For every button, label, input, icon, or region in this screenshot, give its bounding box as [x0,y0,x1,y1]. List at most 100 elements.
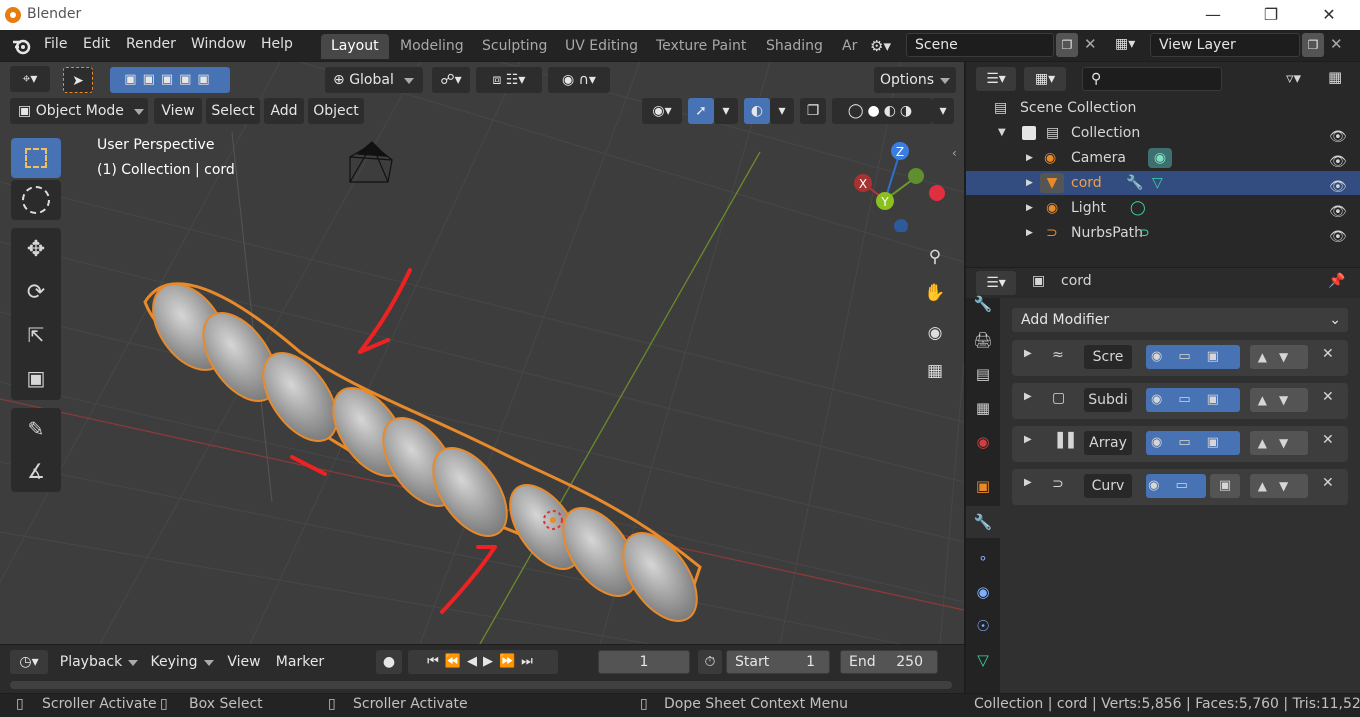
menu-window[interactable]: Window [191,36,246,52]
tab-uv-editing[interactable]: UV Editing [555,34,648,59]
tab-sculpting[interactable]: Sculpting [472,34,557,59]
outliner-row-cord[interactable]: ▶ ▼ cord 🔧 ▽ 👁 [966,171,1360,195]
tab-scene-icon[interactable]: ◉ [966,426,1000,458]
camera-view-icon[interactable]: ◉ [918,316,952,350]
snap-icon[interactable]: ⧈ ☷▾ [476,67,542,93]
tool-cursor-icon[interactable] [11,180,61,220]
modifier-visibility-toggles[interactable]: ◉▭▣ [1146,345,1240,369]
modifier-row-subdivision[interactable]: ▶ ▢ Subdi ◉▭▣ ▲▼ ✕ [1012,383,1348,419]
modifier-name-field[interactable]: Subdi [1084,388,1132,412]
zoom-icon[interactable]: ⚲ [918,240,952,274]
mesh-data-icon[interactable]: ▽ [1152,171,1163,195]
camera-data-icon[interactable]: ◉ [1148,148,1172,168]
new-scene-icon[interactable]: ❐ [1056,33,1078,57]
selection-mode-icons[interactable]: ▣▣▣▣▣ [110,67,230,93]
display-mode-icon[interactable]: ▦▾ [1024,67,1066,91]
pan-hand-icon[interactable]: ✋ [918,276,952,310]
gizmo-toggle-icon[interactable]: ➚ [688,98,714,124]
delete-view-layer-icon[interactable]: ✕ [1330,35,1343,53]
timeline-scrollbar[interactable] [10,681,952,689]
eye-icon[interactable]: 👁 [1329,150,1347,170]
viewport-menu-add[interactable]: Add [264,98,304,124]
playback-controls-icons[interactable]: ⏮⏪◀▶⏩⏭ [408,650,558,674]
proportional-edit-icon[interactable]: ◉ ∩▾ [548,67,610,93]
tab-physics-icon[interactable]: ◉ [966,576,1000,608]
editor-type-icon[interactable]: ⌖▾ [10,66,50,92]
shading-mode-icons[interactable]: ◯●◐◑ [832,98,932,124]
modifier-visibility-toggles[interactable]: ◉▭▣ [1146,431,1240,455]
minimize-button[interactable]: — [1184,0,1242,30]
expand-arrow-icon[interactable]: ▼ [998,121,1006,145]
curve-data-icon[interactable]: ⊃ [1138,221,1150,245]
remove-modifier-icon[interactable]: ✕ [1322,475,1334,491]
menu-edit[interactable]: Edit [83,36,110,52]
navigation-gizmo[interactable]: Z X Y [850,140,950,232]
outliner-row-camera[interactable]: ▶ ◉ Camera ◉ 👁 [966,146,1360,170]
modifier-name-field[interactable]: Scre [1084,345,1132,369]
options-dropdown[interactable]: Options [874,67,956,93]
tab-shading[interactable]: Shading [756,34,833,59]
xray-toggle-icon[interactable]: ❐ [800,98,826,124]
tool-rotate-icon[interactable]: ⟳ [11,271,61,314]
tab-view-layer-icon[interactable]: ▦ [966,392,1000,424]
tab-render-icon[interactable]: 🖨 [966,324,1000,356]
start-frame-field[interactable]: Start 1 [726,650,830,674]
scene-name-field[interactable]: Scene [906,33,1054,57]
expand-arrow-icon[interactable]: ▶ [1024,434,1032,445]
menu-file[interactable]: File [44,36,67,52]
move-up-down-icons[interactable]: ▲▼ [1250,431,1308,455]
move-up-down-icons[interactable]: ▲▼ [1250,474,1308,498]
timeline-keying-menu[interactable]: Keying [146,650,218,674]
expand-arrow-icon[interactable]: ▶ [1024,391,1032,402]
tool-move-icon[interactable]: ✥ [11,228,61,271]
scene-selector-icon[interactable]: ⚙▾ [870,37,891,55]
outliner-row-light[interactable]: ▶ ◉ Light ◯ 👁 [966,196,1360,220]
timeline-view-menu[interactable]: View [222,650,266,674]
expand-arrow-icon[interactable]: ▶ [1024,477,1032,488]
tool-select-box-icon[interactable] [11,138,61,178]
light-data-icon[interactable]: ◯ [1130,196,1146,220]
expand-arrow-icon[interactable]: ▶ [1026,221,1033,245]
ortho-grid-icon[interactable]: ▦ [918,354,952,388]
modifier-visibility-toggles[interactable]: ◉▭ [1146,474,1206,498]
modifier-row-screw[interactable]: ▶ ≈ Scre ◉▭▣ ▲▼ ✕ [1012,340,1348,376]
outliner-row-nurbspath[interactable]: ▶ ⊃ NurbsPath ⊃ 👁 [966,221,1360,245]
pivot-point-icon[interactable]: ☍▾ [432,67,470,93]
remove-modifier-icon[interactable]: ✕ [1322,432,1334,448]
modifier-name-field[interactable]: Array [1084,431,1132,455]
cord-coil-object[interactable] [138,270,712,634]
tab-object-icon[interactable]: ▣ [966,470,1000,502]
timeline-marker-menu[interactable]: Marker [272,650,328,674]
tab-modeling[interactable]: Modeling [390,34,474,59]
end-frame-field[interactable]: End 250 [840,650,938,674]
editmode-toggle-icon[interactable]: ▣ [1210,474,1240,498]
menu-render[interactable]: Render [126,36,176,52]
object-mode-dropdown[interactable]: ▣ Object Mode [10,98,148,124]
tab-animation[interactable]: Ar [832,34,858,59]
record-icon[interactable]: ● [376,650,402,674]
tool-annotate-icon[interactable]: ✎ [11,408,61,450]
viewport-menu-object[interactable]: Object [308,98,364,124]
gizmo-dropdown-icon[interactable]: ▾ [714,98,738,124]
visibility-icon[interactable]: ◉▾ [642,98,682,124]
view-layer-field[interactable]: View Layer [1150,33,1300,57]
tab-particles-icon[interactable]: ∘ [966,542,1000,574]
expand-arrow-icon[interactable]: ▶ [1024,348,1032,359]
timeline-playback-menu[interactable]: Playback [56,650,142,674]
tab-layout[interactable]: Layout [321,34,389,59]
remove-modifier-icon[interactable]: ✕ [1322,346,1334,362]
tab-modifiers-icon[interactable]: 🔧 [966,506,1000,538]
outliner-editor-type-icon[interactable]: ☰▾ [976,67,1016,91]
tool-measure-icon[interactable]: ∡ [11,450,61,492]
sidebar-toggle-icon[interactable]: ‹ [952,146,957,160]
current-frame-field[interactable]: 1 [598,650,690,674]
tab-constraints-icon[interactable]: ☉ [966,610,1000,642]
pin-icon[interactable]: 📌 [1328,273,1345,289]
camera-object[interactable] [349,141,393,183]
select-tool-icon[interactable]: ➤ [63,67,93,93]
modifier-row-array[interactable]: ▶ ▐▐ Array ◉▭▣ ▲▼ ✕ [1012,426,1348,462]
restore-button[interactable]: ❐ [1242,0,1300,30]
viewport-menu-view[interactable]: View [154,98,202,124]
expand-arrow-icon[interactable]: ▶ [1026,171,1033,195]
tab-tool-icon[interactable]: 🔧 [966,288,1000,320]
